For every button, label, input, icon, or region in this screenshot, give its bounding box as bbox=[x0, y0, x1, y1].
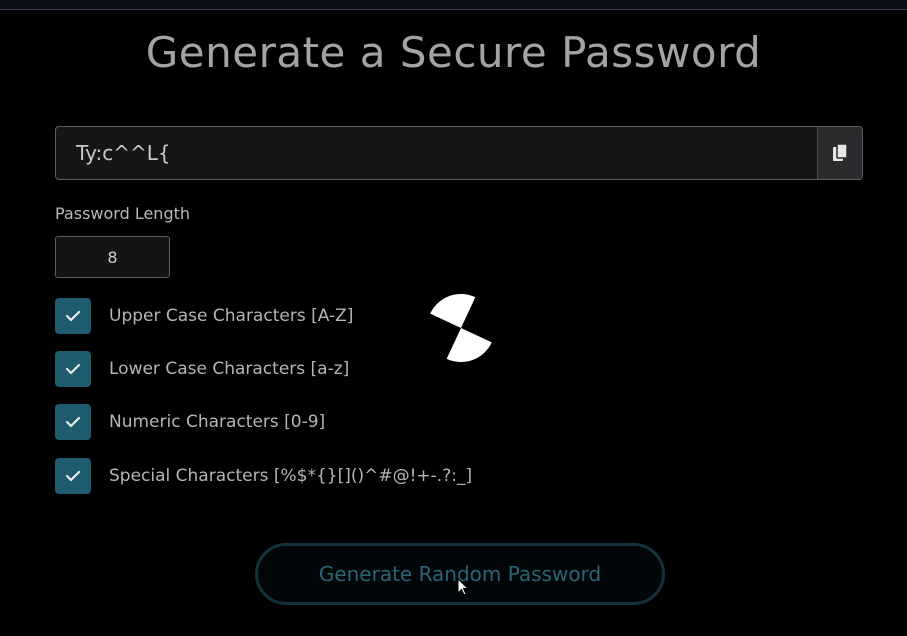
password-length-label: Password Length bbox=[55, 204, 191, 223]
checkmark-icon bbox=[65, 470, 81, 482]
lowercase-label: Lower Case Characters [a-z] bbox=[109, 359, 350, 379]
uppercase-label: Upper Case Characters [A-Z] bbox=[109, 306, 354, 326]
mouse-cursor-icon bbox=[457, 578, 470, 596]
loading-spinner-icon bbox=[425, 292, 497, 364]
lowercase-checkbox[interactable] bbox=[55, 351, 91, 387]
checkmark-icon bbox=[65, 363, 81, 375]
option-numeric[interactable]: Numeric Characters [0-9] bbox=[55, 404, 325, 440]
uppercase-checkbox[interactable] bbox=[55, 298, 91, 334]
copy-icon bbox=[833, 143, 848, 161]
password-value: Ty:c^^L{ bbox=[76, 141, 171, 165]
top-bar bbox=[0, 0, 907, 10]
special-checkbox[interactable] bbox=[55, 458, 91, 494]
password-length-input[interactable]: 8 bbox=[55, 236, 170, 278]
option-uppercase[interactable]: Upper Case Characters [A-Z] bbox=[55, 298, 353, 334]
option-lowercase[interactable]: Lower Case Characters [a-z] bbox=[55, 351, 349, 387]
copy-button[interactable] bbox=[817, 127, 862, 179]
option-special[interactable]: Special Characters [%$*{}[]()^#@!+-.?:_] bbox=[55, 458, 472, 494]
checkmark-icon bbox=[65, 310, 81, 322]
numeric-label: Numeric Characters [0-9] bbox=[109, 412, 326, 432]
numeric-checkbox[interactable] bbox=[55, 404, 91, 440]
checkmark-icon bbox=[65, 416, 81, 428]
password-output-field[interactable]: Ty:c^^L{ bbox=[55, 126, 863, 180]
page-title: Generate a Secure Password bbox=[145, 28, 762, 77]
special-label: Special Characters [%$*{}[]()^#@!+-.?:_] bbox=[109, 466, 473, 486]
